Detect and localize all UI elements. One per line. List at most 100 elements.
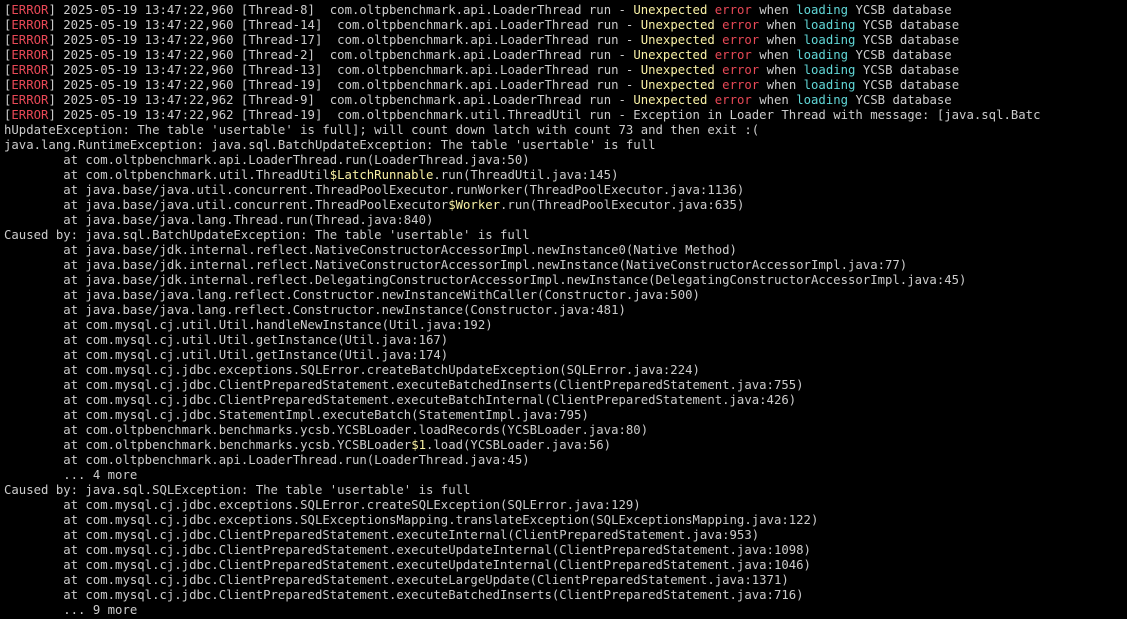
terminal-text-segment: Unexpected — [640, 18, 715, 32]
terminal-text-segment: hUpdateException: The table 'usertable' … — [4, 123, 760, 137]
terminal-text-segment: Caused by: java.sql.SQLException: The ta… — [4, 483, 471, 497]
terminal-text-segment: at com.mysql.cj.util.Util.handleNewInsta… — [4, 318, 493, 332]
terminal-output[interactable]: [ERROR] 2025-05-19 13:47:22,960 [Thread-… — [0, 0, 1127, 619]
terminal-text-segment: when — [751, 3, 797, 17]
terminal-text-segment: loading — [796, 93, 849, 107]
terminal-text-segment: ] 2025-05-19 13:47:22,962 [Thread-19] co… — [48, 108, 1041, 122]
terminal-line: at com.mysql.cj.jdbc.ClientPreparedState… — [4, 588, 1127, 603]
terminal-text-segment: ] 2025-05-19 13:47:22,960 [Thread-14] co… — [48, 18, 641, 32]
terminal-text-segment: at com.mysql.cj.jdbc.exceptions.SQLExcep… — [4, 513, 819, 527]
terminal-text-segment: when — [759, 78, 804, 92]
terminal-text-segment: ERROR — [11, 3, 49, 17]
terminal-text-segment: Unexpected — [640, 33, 715, 47]
terminal-line: Caused by: java.sql.SQLException: The ta… — [4, 483, 1127, 498]
terminal-text-segment: ERROR — [11, 93, 49, 107]
terminal-text-segment: Caused by: java.sql.BatchUpdateException… — [4, 228, 530, 242]
terminal-text-segment: loading — [803, 33, 856, 47]
terminal-text-segment: at com.mysql.cj.jdbc.ClientPreparedState… — [4, 528, 760, 542]
terminal-text-segment: when — [751, 93, 797, 107]
terminal-text-segment: loading — [803, 63, 856, 77]
terminal-line: at com.mysql.cj.jdbc.exceptions.SQLError… — [4, 498, 1127, 513]
terminal-line: at java.base/java.lang.Thread.run(Thread… — [4, 213, 1127, 228]
terminal-line: at java.base/java.lang.reflect.Construct… — [4, 288, 1127, 303]
terminal-text-segment: when — [751, 48, 797, 62]
terminal-text-segment: ERROR — [11, 63, 49, 77]
terminal-text-segment: at com.mysql.cj.jdbc.ClientPreparedState… — [4, 378, 804, 392]
terminal-text-segment: $Worker — [448, 198, 501, 212]
terminal-text-segment: ERROR — [11, 108, 49, 122]
terminal-text-segment: .load(YCSBLoader.java:56) — [426, 438, 612, 452]
terminal-text-segment: Unexpected — [640, 78, 715, 92]
terminal-line: [ERROR] 2025-05-19 13:47:22,960 [Thread-… — [4, 63, 1127, 78]
terminal-line: [ERROR] 2025-05-19 13:47:22,962 [Thread-… — [4, 108, 1127, 123]
terminal-text-segment: when — [759, 33, 804, 47]
terminal-line: at com.mysql.cj.jdbc.ClientPreparedState… — [4, 543, 1127, 558]
terminal-line: hUpdateException: The table 'usertable' … — [4, 123, 1127, 138]
terminal-text-segment: ] 2025-05-19 13:47:22,960 [Thread-17] co… — [48, 33, 641, 47]
terminal-line: at java.base/jdk.internal.reflect.Delega… — [4, 273, 1127, 288]
terminal-text-segment: at com.mysql.cj.jdbc.exceptions.SQLError… — [4, 498, 641, 512]
terminal-line: [ERROR] 2025-05-19 13:47:22,960 [Thread-… — [4, 18, 1127, 33]
terminal-text-segment: YCSB database — [855, 63, 960, 77]
terminal-line: at com.oltpbenchmark.api.LoaderThread.ru… — [4, 153, 1127, 168]
terminal-line: [ERROR] 2025-05-19 13:47:22,960 [Thread-… — [4, 48, 1127, 63]
terminal-line: at com.oltpbenchmark.api.LoaderThread.ru… — [4, 453, 1127, 468]
terminal-text-segment: at java.base/jdk.internal.reflect.Native… — [4, 258, 908, 272]
terminal-line: at java.base/jdk.internal.reflect.Native… — [4, 243, 1127, 258]
terminal-line: at com.mysql.cj.jdbc.ClientPreparedState… — [4, 573, 1127, 588]
terminal-text-segment: loading — [796, 48, 849, 62]
terminal-line: java.lang.RuntimeException: java.sql.Bat… — [4, 138, 1127, 153]
terminal-text-segment: at com.mysql.cj.jdbc.ClientPreparedState… — [4, 393, 797, 407]
terminal-line: at com.mysql.cj.jdbc.ClientPreparedState… — [4, 558, 1127, 573]
terminal-text-segment: when — [759, 63, 804, 77]
terminal-line: [ERROR] 2025-05-19 13:47:22,960 [Thread-… — [4, 78, 1127, 93]
terminal-text-segment: YCSB database — [848, 93, 952, 107]
terminal-text-segment: at java.base/jdk.internal.reflect.Native… — [4, 243, 737, 257]
terminal-text-segment: at com.oltpbenchmark.benchmarks.ycsb.YCS… — [4, 438, 412, 452]
terminal-text-segment: ... 9 more — [4, 603, 138, 617]
terminal-text-segment: .run(ThreadPoolExecutor.java:635) — [500, 198, 745, 212]
terminal-text-segment: ] 2025-05-19 13:47:22,960 [Thread-8] com… — [48, 3, 634, 17]
terminal-text-segment: Unexpected — [633, 3, 708, 17]
terminal-text-segment: at com.oltpbenchmark.api.LoaderThread.ru… — [4, 453, 530, 467]
terminal-line: at com.oltpbenchmark.benchmarks.ycsb.YCS… — [4, 423, 1127, 438]
terminal-line: at java.base/jdk.internal.reflect.Native… — [4, 258, 1127, 273]
terminal-text-segment: at java.base/java.lang.reflect.Construct… — [4, 303, 626, 317]
terminal-text-segment: loading — [803, 18, 856, 32]
terminal-text-segment: ERROR — [11, 33, 49, 47]
terminal-text-segment: at com.mysql.cj.util.Util.getInstance(Ut… — [4, 348, 449, 362]
terminal-text-segment: at java.base/java.util.concurrent.Thread… — [4, 198, 449, 212]
terminal-text-segment: ] 2025-05-19 13:47:22,960 [Thread-2] com… — [48, 48, 634, 62]
terminal-text-segment: at com.mysql.cj.jdbc.ClientPreparedState… — [4, 573, 789, 587]
terminal-text-segment: java.lang.RuntimeException: java.sql.Bat… — [4, 138, 656, 152]
terminal-line: at com.mysql.cj.util.Util.getInstance(Ut… — [4, 333, 1127, 348]
terminal-text-segment: at java.base/java.util.concurrent.Thread… — [4, 183, 745, 197]
terminal-line: at com.mysql.cj.jdbc.ClientPreparedState… — [4, 528, 1127, 543]
terminal-text-segment: at com.oltpbenchmark.api.LoaderThread.ru… — [4, 153, 530, 167]
terminal-text-segment: Unexpected — [633, 93, 708, 107]
terminal-text-segment: ] 2025-05-19 13:47:22,960 [Thread-13] co… — [48, 63, 641, 77]
terminal-text-segment: loading — [796, 3, 849, 17]
terminal-line: at com.mysql.cj.util.Util.getInstance(Ut… — [4, 348, 1127, 363]
terminal-text-segment: ERROR — [11, 48, 49, 62]
terminal-text-segment: error — [722, 18, 760, 32]
terminal-text-segment: at com.oltpbenchmark.benchmarks.ycsb.YCS… — [4, 423, 649, 437]
terminal-text-segment: ERROR — [11, 78, 49, 92]
terminal-line: at java.base/java.lang.reflect.Construct… — [4, 303, 1127, 318]
terminal-text-segment: at com.mysql.cj.util.Util.getInstance(Ut… — [4, 333, 449, 347]
terminal-text-segment: $1 — [411, 438, 426, 452]
terminal-line: at java.base/java.util.concurrent.Thread… — [4, 198, 1127, 213]
terminal-text-segment: at java.base/java.lang.reflect.Construct… — [4, 288, 700, 302]
terminal-text-segment: at com.oltpbenchmark.util.ThreadUtil — [4, 168, 330, 182]
terminal-text-segment: error — [714, 93, 752, 107]
terminal-text-segment: at com.mysql.cj.jdbc.exceptions.SQLError… — [4, 363, 700, 377]
terminal-text-segment: at com.mysql.cj.jdbc.ClientPreparedState… — [4, 543, 811, 557]
terminal-text-segment: at java.base/java.lang.Thread.run(Thread… — [4, 213, 434, 227]
terminal-line: at com.mysql.cj.jdbc.exceptions.SQLError… — [4, 363, 1127, 378]
terminal-text-segment: error — [714, 48, 752, 62]
terminal-text-segment: .run(ThreadUtil.java:145) — [433, 168, 619, 182]
terminal-text-segment: error — [722, 63, 760, 77]
